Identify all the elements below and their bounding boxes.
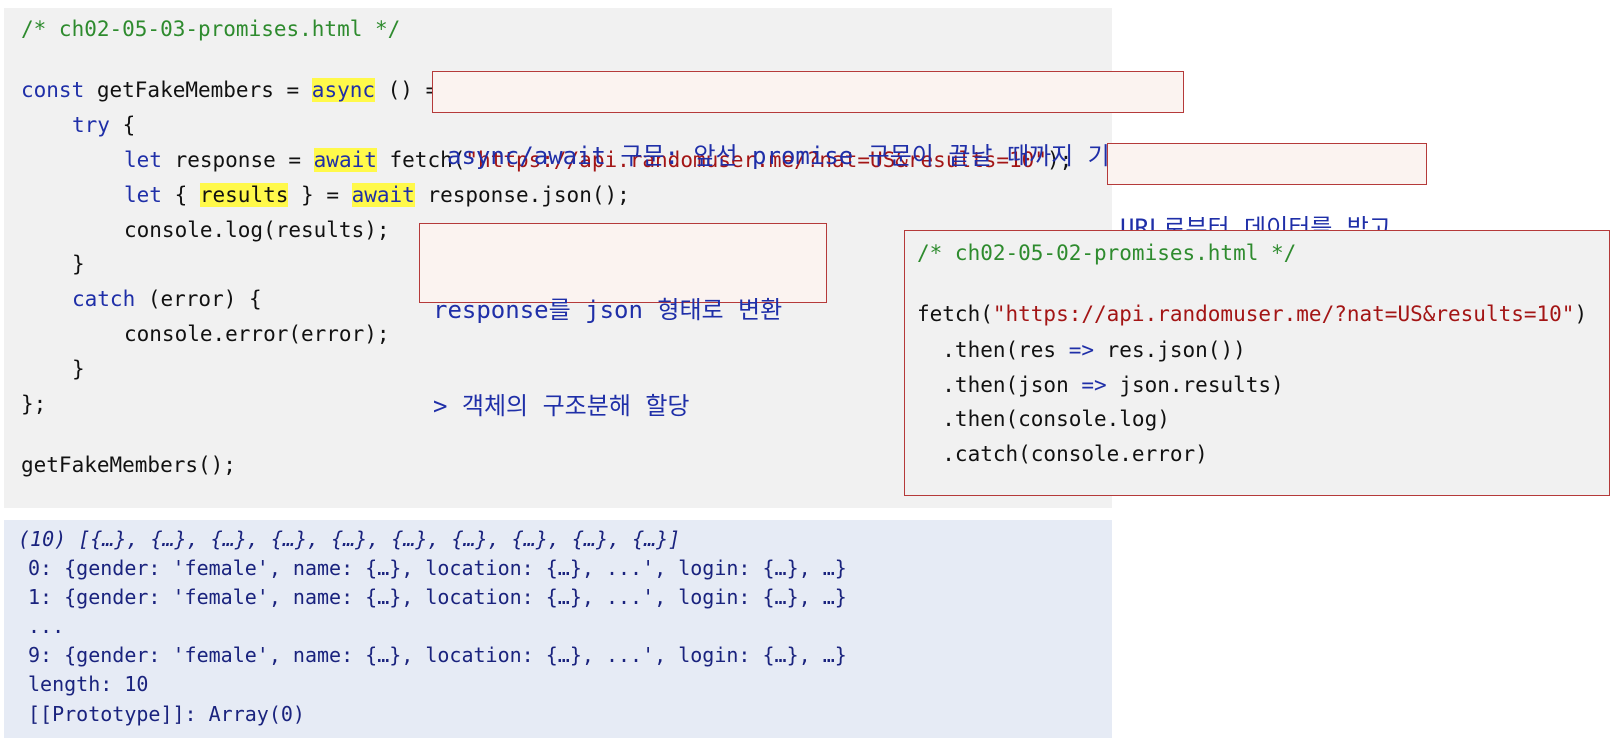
code-line-try: try { bbox=[72, 111, 135, 139]
await-keyword: await bbox=[351, 183, 415, 207]
reference-comment: /* ch02-05-02-promises.html */ bbox=[917, 241, 1297, 265]
code-line-log: console.log(results); bbox=[124, 218, 390, 242]
then-body: res.json()) bbox=[1094, 338, 1246, 362]
code-line-catch: catch (error) { bbox=[72, 285, 262, 313]
brace-assign: } = bbox=[288, 183, 352, 207]
then-body: json.results) bbox=[1106, 373, 1284, 397]
catch-params: (error) { bbox=[135, 287, 262, 311]
let-keyword: let bbox=[124, 183, 162, 207]
fetch-open: fetch( bbox=[917, 302, 993, 326]
results-variable: results bbox=[199, 183, 289, 207]
brace-open: { bbox=[161, 183, 200, 207]
json-callout: response를 json 형태로 변환 > 객체의 구조분해 할당 bbox=[419, 223, 827, 420]
console-ellipsis: ... bbox=[28, 614, 65, 638]
ref-line-then-3: .then(console.log) bbox=[917, 407, 1170, 431]
async-keyword: async bbox=[311, 78, 376, 102]
console-row: 0: {gender: 'female', name: {…}, locatio… bbox=[28, 556, 847, 580]
try-keyword: try bbox=[72, 113, 110, 137]
console-output: (10) [{…}, {…}, {…}, {…}, {…}, {…}, {…},… bbox=[4, 520, 1112, 738]
ref-line-then-2: .then(json => json.results) bbox=[917, 371, 1284, 399]
code-line-end: }; bbox=[21, 392, 47, 416]
ref-line-fetch: fetch("https://api.randomuser.me/?nat=US… bbox=[917, 300, 1587, 328]
async-await-note: async/await 구문: 앞선 promise 구문이 끝날 때까지 기다… bbox=[447, 142, 1154, 170]
code-line-close-catch: } bbox=[72, 357, 85, 381]
ref-line-catch: .catch(console.error) bbox=[917, 442, 1208, 466]
file-comment: /* ch02-05-03-promises.html */ bbox=[21, 17, 401, 41]
url-string: "https://api.randomuser.me/?nat=US&resul… bbox=[992, 302, 1575, 326]
const-keyword: const bbox=[21, 78, 85, 102]
fetch-callout: URL로부터 데이터를 받고 bbox=[1107, 143, 1427, 242]
catch-keyword: catch bbox=[72, 287, 136, 311]
console-row: 9: {gender: 'female', name: {…}, locatio… bbox=[28, 643, 847, 667]
await-keyword: await bbox=[313, 148, 377, 172]
json-note-line-1: response를 json 형태로 변환 bbox=[433, 296, 783, 324]
then-open: .then(res bbox=[917, 338, 1069, 362]
arrow-operator: => bbox=[1068, 338, 1095, 362]
reference-code-box: /* ch02-05-02-promises.html */ fetch("ht… bbox=[904, 230, 1610, 496]
code-line-invoke: getFakeMembers(); bbox=[21, 453, 236, 477]
console-prototype: [[Prototype]]: Array(0) bbox=[28, 702, 305, 726]
response-assign: response = bbox=[161, 148, 314, 172]
code-line-close-try: } bbox=[72, 252, 85, 276]
console-summary: (10) [{…}, {…}, {…}, {…}, {…}, {…}, {…},… bbox=[18, 527, 681, 551]
code-line-declaration: const getFakeMembers = async () = bbox=[21, 76, 438, 104]
async-await-callout: async/await 구문: 앞선 promise 구문이 끝날 때까지 기다… bbox=[432, 71, 1184, 170]
json-note-line-2: > 객체의 구조분해 할당 bbox=[433, 392, 690, 420]
let-keyword: let bbox=[124, 148, 162, 172]
try-brace: { bbox=[109, 113, 136, 137]
console-length: length: 10 bbox=[28, 672, 149, 696]
console-row: 1: {gender: 'female', name: {…}, locatio… bbox=[28, 585, 847, 609]
arrow-fragment: () = bbox=[375, 78, 439, 102]
code-line-error: console.error(error); bbox=[124, 322, 390, 346]
function-name: getFakeMembers = bbox=[84, 78, 312, 102]
then-open: .then(json bbox=[917, 373, 1082, 397]
fetch-close: ) bbox=[1574, 302, 1588, 326]
ref-line-then-1: .then(res => res.json()) bbox=[917, 336, 1246, 364]
arrow-operator: => bbox=[1081, 373, 1107, 397]
